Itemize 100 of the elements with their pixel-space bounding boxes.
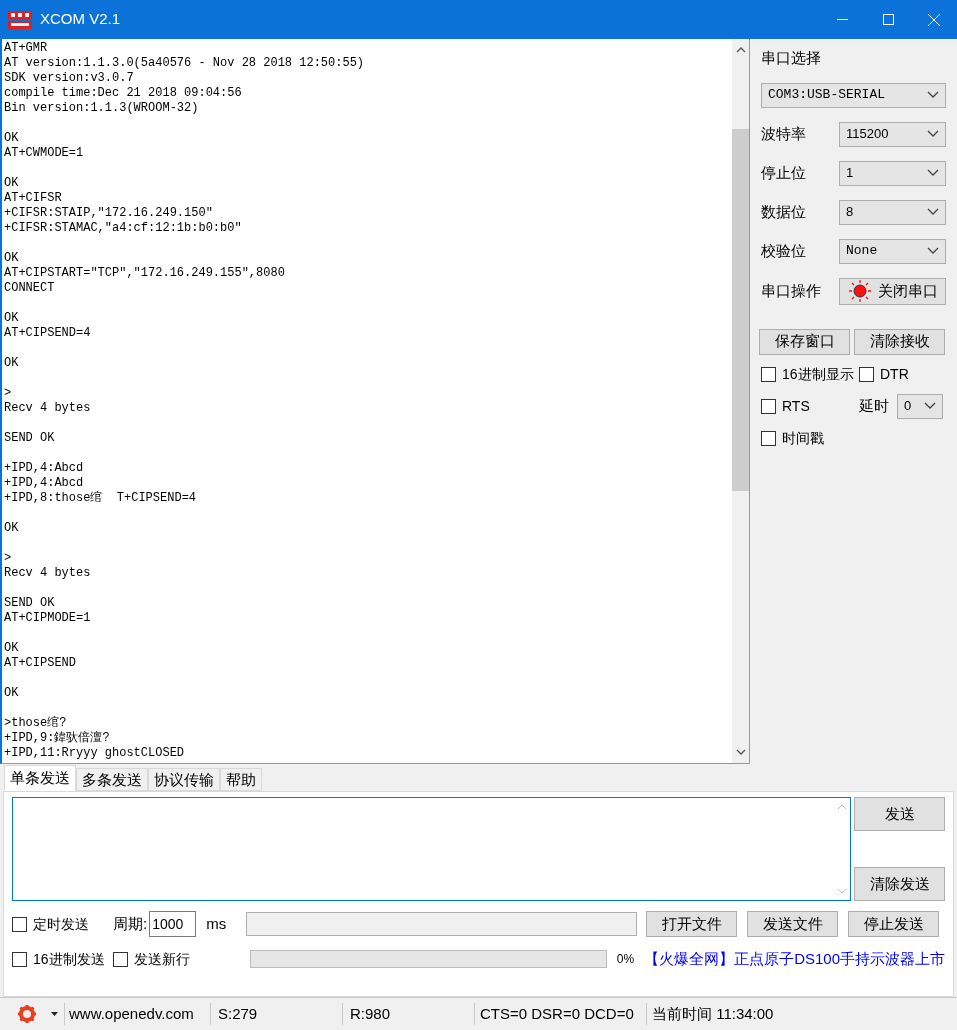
- checkbox[interactable]: [12, 951, 27, 967]
- push-button[interactable]: 发送文件: [747, 911, 839, 938]
- tab[interactable]: 协议传输: [148, 768, 220, 792]
- log-line: OK: [4, 251, 19, 267]
- log-line: AT version:1.1.3.0(5a40576 - Nov 28 2018 12:50:55): [4, 56, 365, 72]
- scroll-up-icon[interactable]: [735, 47, 746, 54]
- push-button[interactable]: 保存窗口: [759, 328, 850, 355]
- checkbox-label: 发送新行: [133, 949, 190, 969]
- field-label: 停止位: [761, 162, 806, 183]
- log-line: Recv 4 bytes: [4, 401, 91, 417]
- push-button[interactable]: 清除接收: [854, 328, 945, 355]
- dropdown[interactable]: COM3:USB-SERIAL: [761, 82, 946, 108]
- log-line: OK: [4, 521, 19, 537]
- log-line: OK: [4, 641, 19, 657]
- current-time: 当前时间 11:34:00: [646, 1002, 774, 1026]
- log-line: AT+CIPSEND: [4, 656, 76, 672]
- caret-icon[interactable]: [51, 1011, 58, 1016]
- push-button[interactable]: 打开文件: [646, 911, 738, 938]
- field-label: 波特率: [761, 123, 806, 144]
- dropdown[interactable]: 0: [897, 393, 943, 419]
- dropdown[interactable]: 1: [839, 160, 946, 186]
- log-line: +IPD,11:Rryyy ghostCLOSED: [4, 746, 185, 762]
- log-line: OK: [4, 311, 19, 327]
- checkbox-label: 定时发送: [33, 914, 89, 934]
- log-line: SEND OK: [4, 596, 55, 612]
- checkbox[interactable]: [859, 366, 874, 382]
- tab[interactable]: 帮助: [220, 768, 262, 792]
- log-line: compile time:Dec 21 2018 09:04:56: [4, 86, 242, 102]
- app-logo-icon: [8, 10, 32, 29]
- chevron-down-icon: [927, 169, 939, 178]
- sent-count: S:279: [210, 1002, 342, 1026]
- checkbox-label: 16进制发送: [33, 949, 105, 969]
- log-line: +IPD,4:Abcd: [4, 461, 84, 477]
- log-line: +CIFSR:STAIP,"172.16.249.150": [4, 206, 213, 222]
- push-button[interactable]: 清除发送: [854, 867, 945, 902]
- chevron-down-icon: [924, 402, 936, 411]
- field-label: 串口操作: [761, 280, 821, 301]
- log-line: SDK version:v3.0.7: [4, 71, 134, 87]
- dropdown[interactable]: 115200: [839, 121, 946, 147]
- checkbox[interactable]: [761, 430, 776, 446]
- log-line: OK: [4, 131, 19, 147]
- log-line: >those绾?: [4, 716, 67, 731]
- tab[interactable]: 多条发送: [76, 768, 148, 792]
- log-line: Bin version:1.1.3(WROOM-32): [4, 101, 199, 117]
- scroll-down-icon[interactable]: [735, 748, 746, 755]
- chevron-down-icon: [927, 208, 939, 217]
- checkbox-label: 16进制显示: [782, 364, 854, 384]
- chevron-down-icon: [927, 91, 939, 100]
- log-line: +CIFSR:STAMAC,"a4:cf:12:1b:b0:b0": [4, 221, 242, 237]
- chevron-down-icon: [927, 247, 939, 256]
- log-line: AT+CIPSEND=4: [4, 326, 91, 342]
- scrollbar[interactable]: [732, 39, 749, 763]
- field-label: 周期:: [113, 914, 148, 935]
- log-line: AT+CIFSR: [4, 191, 62, 207]
- period-field[interactable]: 1000: [149, 911, 197, 938]
- chevron-down-icon: [927, 130, 939, 139]
- log-line: AT+GMR: [4, 41, 48, 57]
- indicator-light-icon: [847, 279, 872, 304]
- window-title: XCOM V2.1: [40, 9, 121, 30]
- checkbox-label: 时间戳: [782, 428, 824, 448]
- log-line: >: [4, 551, 12, 567]
- file-path-field[interactable]: [246, 912, 638, 937]
- log-line: AT+CWMODE=1: [4, 146, 84, 162]
- close-port-button[interactable]: 关闭串口: [839, 277, 946, 305]
- checkbox[interactable]: [112, 951, 128, 967]
- push-button[interactable]: 发送: [854, 797, 945, 832]
- log-line: CONNECT: [4, 281, 55, 297]
- checkbox-label: RTS: [782, 396, 810, 416]
- scrollbar-thumb[interactable]: [732, 129, 749, 492]
- tab[interactable]: 单条发送: [4, 765, 76, 792]
- dropdown[interactable]: None: [839, 238, 946, 264]
- log-line: +IPD,4:Abcd: [4, 476, 84, 492]
- log-line: +IPD,8:those绾 T+CIPSEND=4: [4, 491, 197, 507]
- unit-label: ms: [206, 914, 227, 935]
- log-line: +IPD,9:鍏驮倍澶?: [4, 731, 110, 747]
- log-line: OK: [4, 356, 19, 372]
- dropdown[interactable]: 8: [839, 199, 946, 225]
- ad-link[interactable]: 【火爆全网】正点原子DS100手持示波器上市: [644, 948, 945, 971]
- website-text: www.openedv.com: [64, 1002, 210, 1026]
- log-line: AT+CIPMODE=1: [4, 611, 91, 627]
- checkbox[interactable]: [761, 366, 776, 382]
- log-line: SEND OK: [4, 431, 55, 447]
- log-line: OK: [4, 686, 19, 702]
- log-line: AT+CIPSTART="TCP","172.16.249.155",8080: [4, 266, 285, 282]
- checkbox-label: DTR: [880, 364, 909, 384]
- log-line: >: [4, 386, 12, 402]
- received-count: R:980: [342, 1002, 474, 1026]
- field-label: 数据位: [761, 201, 806, 222]
- push-button[interactable]: 停止发送: [848, 911, 940, 938]
- line-status: CTS=0 DSR=0 DCD=0: [474, 1002, 646, 1026]
- field-label: 串口选择: [761, 48, 822, 69]
- field-label: 延时: [859, 395, 889, 416]
- receive-area[interactable]: [0, 39, 750, 764]
- log-line: OK: [4, 176, 19, 192]
- progress-reading: 0%: [616, 951, 635, 969]
- log-line: Recv 4 bytes: [4, 566, 91, 582]
- checkbox[interactable]: [761, 398, 776, 414]
- field-label: 校验位: [761, 240, 806, 261]
- checkbox[interactable]: [12, 916, 27, 932]
- gear-icon[interactable]: [17, 1003, 37, 1024]
